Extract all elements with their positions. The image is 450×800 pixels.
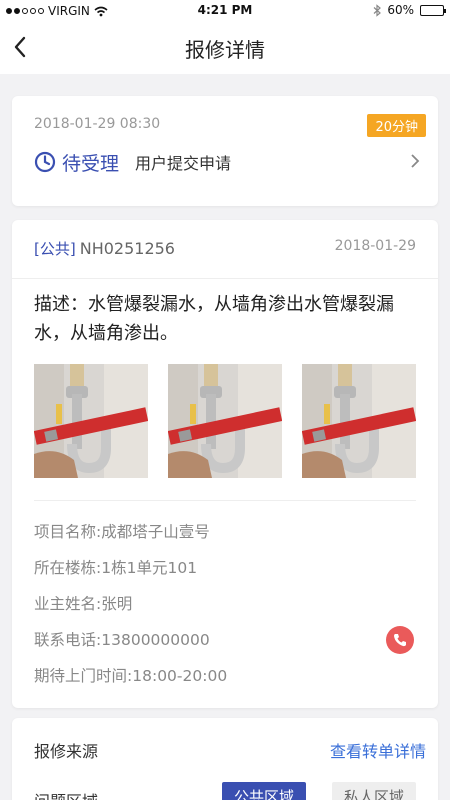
source-card: 报修来源 查看转单详情 问题区域 公共区域 私人区域 bbox=[12, 718, 438, 800]
clock-icon bbox=[34, 151, 56, 173]
order-number: NH0251256 bbox=[79, 239, 175, 258]
photo-thumbnail[interactable] bbox=[302, 364, 416, 478]
divider bbox=[12, 278, 438, 279]
order-header: [公共] NH0251256 2018-01-29 bbox=[34, 238, 416, 260]
photo-thumbnail[interactable] bbox=[168, 364, 282, 478]
status-bar: VIRGIN 4:21 PM 60% bbox=[0, 0, 450, 22]
public-area-option[interactable]: 公共区域 bbox=[222, 782, 307, 800]
private-area-option[interactable]: 私人区域 bbox=[332, 782, 417, 800]
owner-name-row: 业主姓名:张明 bbox=[34, 595, 133, 613]
submit-time: 2018-01-29 08:30 bbox=[34, 116, 161, 132]
status-indicators: 60% bbox=[373, 3, 446, 17]
nav-bar: 报修详情 bbox=[0, 22, 450, 74]
page-title: 报修详情 bbox=[185, 38, 265, 62]
area-label: 问题区域 bbox=[34, 788, 98, 800]
project-name-row: 项目名称:成都塔子山壹号 bbox=[34, 523, 210, 541]
status-row[interactable]: 待受理 用户提交申请 bbox=[34, 148, 422, 176]
area-tag: [公共] bbox=[34, 240, 76, 258]
description: 描述：水管爆裂漏水，从墙角渗出水管爆裂漏水，从墙角渗出。 bbox=[34, 294, 394, 344]
phone-icon bbox=[394, 634, 406, 647]
source-label: 报修来源 bbox=[34, 742, 99, 761]
building-row: 所在楼栋:1栋1单元101 bbox=[34, 559, 198, 577]
visit-time-row: 期待上门时间:18:00-20:00 bbox=[34, 667, 228, 685]
phone-row: 联系电话:13800000000 bbox=[34, 631, 210, 649]
order-date: 2018-01-29 bbox=[334, 238, 416, 254]
status-text: 待受理 bbox=[62, 152, 120, 175]
status-card[interactable]: 2018-01-29 08:30 20分钟 待受理 用户提交申请 bbox=[12, 96, 438, 206]
photo-gallery bbox=[34, 364, 416, 478]
transfer-detail-link[interactable]: 查看转单详情 bbox=[330, 738, 426, 762]
call-button[interactable] bbox=[386, 626, 414, 654]
divider bbox=[34, 500, 416, 501]
chevron-right-icon bbox=[411, 154, 420, 168]
battery-percent: 60% bbox=[387, 3, 414, 17]
battery-icon bbox=[420, 4, 446, 16]
status-subtext: 用户提交申请 bbox=[135, 154, 232, 173]
elapsed-badge: 20分钟 bbox=[367, 114, 426, 137]
detail-card: [公共] NH0251256 2018-01-29 描述：水管爆裂漏水，从墙角渗出… bbox=[12, 220, 438, 708]
photo-thumbnail[interactable] bbox=[34, 364, 148, 478]
bluetooth-icon bbox=[373, 3, 382, 17]
